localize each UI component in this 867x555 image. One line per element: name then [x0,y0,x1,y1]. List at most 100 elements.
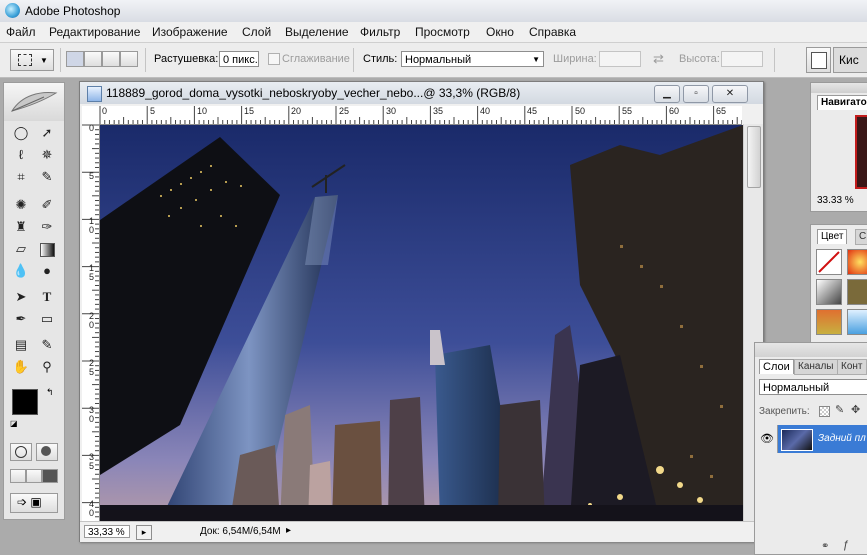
hruler-label: 10 [197,106,208,116]
hruler-label: 55 [622,106,633,116]
channels-tab[interactable]: Каналы [794,359,838,375]
menu-edit[interactable]: Редактирование [49,25,140,39]
vruler-label: 5 [89,171,95,181]
close-button[interactable]: ✕ [712,85,748,103]
dodge-tool[interactable]: ● [36,261,58,281]
menu-file[interactable]: Файл [6,25,36,39]
lock-transparency-icon[interactable] [819,406,830,417]
navigator-preview[interactable] [855,115,867,189]
lock-image-icon[interactable]: ✎ [835,403,844,416]
menu-help[interactable]: Справка [529,25,576,39]
tool-preset-picker[interactable]: ▼ [10,49,54,71]
width-input[interactable] [599,51,641,67]
brush-tool[interactable]: ✐ [36,195,58,215]
navigator-zoom: 33.33 % [817,195,854,206]
maximize-button[interactable]: ▫ [683,85,709,103]
link-layers-icon[interactable]: ⚭ [821,541,829,552]
magic-wand-tool[interactable]: ✵ [36,145,58,165]
clone-stamp-tool[interactable]: ♜ [10,217,32,237]
ellipse-marquee-tool[interactable]: ◯ [10,123,32,143]
blend-mode-select[interactable]: Нормальный [759,379,867,395]
feather-input[interactable]: 0 пикс. [219,51,259,67]
no-style-icon [818,251,840,273]
shape-tool[interactable]: ▭ [36,309,58,329]
vruler-label: 4 0 [89,499,95,518]
style-swatch-bronze[interactable] [847,279,867,305]
antialias-checkbox[interactable] [268,53,280,65]
standard-mode-button[interactable] [10,443,32,461]
intersect-selection-button[interactable] [120,51,138,67]
menu-select[interactable]: Выделение [285,25,349,39]
style-swatch-fire[interactable] [847,249,867,275]
layers-panel-header[interactable] [755,343,867,357]
style-swatch-sky[interactable] [847,309,867,335]
menu-layer[interactable]: Слой [242,25,271,39]
scrollbar-thumb[interactable] [747,126,761,188]
eyedropper-tool[interactable]: ✎ [36,335,58,355]
navigator-tab[interactable]: Навигато [817,95,867,110]
move-tool[interactable]: ➚ [36,123,58,143]
city-skyline-photo [100,125,743,521]
notes-tool[interactable]: ▤ [10,335,32,355]
crop-tool[interactable]: ⌗ [10,167,32,187]
style-swatch-chrome[interactable] [816,279,842,305]
brushes-tab[interactable]: Кис [833,47,867,73]
horizontal-ruler[interactable]: 0 5 10 15 20 25 30 35 40 45 50 55 60 65 [99,106,742,125]
photoshop-logo-icon [5,3,20,18]
lasso-tool[interactable]: ℓ [10,145,32,165]
hruler-label: 0 [102,106,108,116]
layer-style-icon[interactable]: ƒ [843,539,849,551]
swap-colors-icon[interactable]: ↰ [46,387,54,398]
menu-view[interactable]: Просмотр [415,25,470,39]
default-colors-icon[interactable]: ◪ [10,419,18,428]
toolbox-header [4,83,64,121]
eraser-tool[interactable]: ▱ [10,239,32,259]
pen-tool[interactable]: ✒ [10,309,32,329]
status-menu-icon[interactable]: ▸ [136,525,152,540]
height-input[interactable] [721,51,763,67]
status-arrow-icon[interactable]: ▸ [286,525,291,536]
lock-position-icon[interactable]: ✥ [851,403,860,416]
history-brush-tool[interactable]: ✑ [36,217,58,237]
style-select[interactable]: Нормальный ▼ [401,51,544,67]
minimize-button[interactable]: ▁ [654,85,680,103]
screen-mode-full[interactable] [42,469,58,483]
color-tab[interactable]: Цвет [817,229,848,244]
swap-icon[interactable]: ⇄ [653,51,664,67]
style-label: Стиль: [363,53,398,65]
swatches-tab[interactable]: С [855,229,867,245]
quick-mask-button[interactable] [36,443,58,461]
layers-tab[interactable]: Слои [759,359,794,374]
menu-filter[interactable]: Фильтр [360,25,400,39]
healing-brush-tool[interactable]: ✺ [10,195,32,215]
layer-row-background[interactable]: 👁 Задний пл [755,425,867,453]
paths-tab[interactable]: Конт [837,359,867,375]
path-selection-tool[interactable]: ➤ [10,287,32,307]
add-selection-button[interactable] [84,51,102,67]
hand-tool[interactable]: ✋ [10,357,32,377]
screen-mode-standard[interactable] [10,469,26,483]
brush-palette-toggle[interactable] [806,47,831,73]
style-swatch-none[interactable] [816,249,842,275]
document-title-bar[interactable]: 118889_gorod_doma_vysotki_neboskryoby_ve… [80,82,763,104]
zoom-field[interactable]: 33,33 % [84,525,130,538]
ruler-origin[interactable] [82,106,100,125]
layer-visibility-toggle[interactable]: 👁 [755,425,778,453]
style-swatch-sunset[interactable] [816,309,842,335]
menu-window[interactable]: Окно [486,25,514,39]
layers-panel: Слои Каналы Конт Нормальный Закрепить: ✎… [754,342,867,555]
foreground-color-swatch[interactable] [12,389,38,415]
new-selection-button[interactable] [66,51,84,67]
vertical-ruler[interactable]: 0 5 1 0 1 5 2 0 2 5 3 0 3 5 4 0 [82,124,100,521]
subtract-selection-button[interactable] [102,51,120,67]
zoom-tool[interactable]: ⚲ [36,357,58,377]
jump-to-imageready-button[interactable]: ➩ ▣ [10,493,58,513]
gradient-tool[interactable] [36,239,58,259]
type-tool[interactable]: T [36,287,58,307]
screen-mode-full-menu[interactable] [26,469,42,483]
blur-tool[interactable]: 💧 [10,261,32,281]
menu-image[interactable]: Изображение [152,25,228,39]
slice-tool[interactable]: ✎ [36,167,58,187]
image-canvas[interactable] [100,125,743,521]
navigator-panel-header[interactable] [811,83,867,93]
